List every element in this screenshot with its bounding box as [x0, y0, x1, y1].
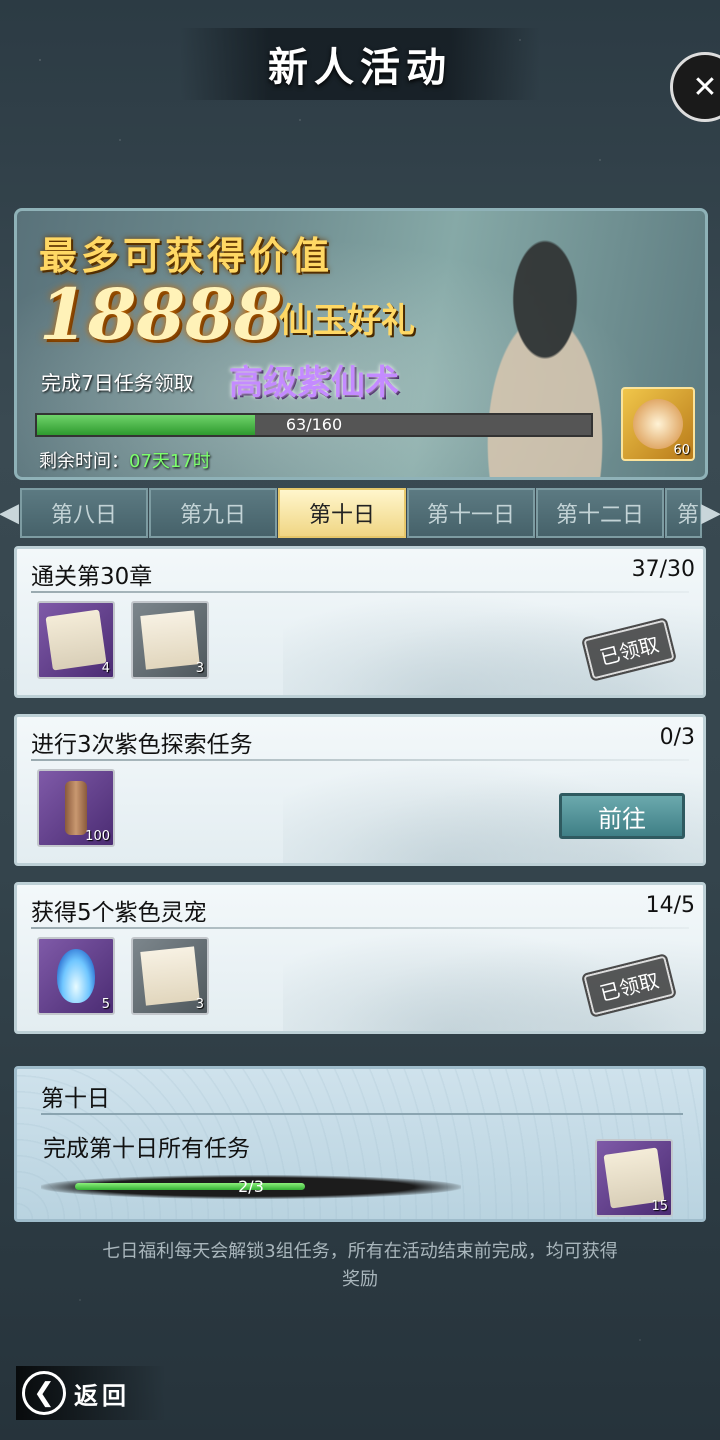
item-count: 4 [101, 661, 110, 676]
banner-reward-item[interactable]: 60 [621, 387, 695, 461]
task-progress: 14/5 [645, 893, 695, 918]
banner-character-art [445, 221, 645, 477]
back-button[interactable]: ❮ 返回 [16, 1366, 166, 1420]
item-count: 3 [195, 661, 204, 676]
tab-scroll-left-icon[interactable]: ◀ [0, 488, 19, 538]
tab-day-12[interactable]: 第十二日 [536, 488, 664, 538]
reward-item[interactable]: 3 [131, 937, 209, 1015]
page-title: 新人活动 [268, 44, 452, 91]
tab-day-11[interactable]: 第十一日 [407, 488, 535, 538]
roll-icon [65, 781, 87, 835]
divider [31, 759, 689, 761]
task-card: 获得5个紫色灵宠 14/5 5 3 已领取 [14, 882, 706, 1034]
tab-day-10[interactable]: 第十日 [278, 488, 406, 538]
summary-description: 完成第十日所有任务 [43, 1136, 250, 1162]
banner-big-number: 18888 [39, 273, 283, 356]
banner-big-suffix: 仙玉好礼 [279, 301, 415, 341]
banner-reward-name: 高级紫仙术 [229, 363, 399, 403]
item-count: 3 [195, 997, 204, 1012]
task-card: 进行3次紫色探索任务 0/3 100 前往 [14, 714, 706, 866]
task-progress: 0/3 [659, 725, 695, 750]
reward-item[interactable]: 5 [37, 937, 115, 1015]
remaining-time: 剩余时间：07天17时 [39, 447, 211, 473]
day-summary-card: 第十日 完成第十日所有任务 2/3 15 [14, 1066, 706, 1222]
item-count: 5 [101, 997, 110, 1012]
tab-day-13[interactable]: 第 [665, 488, 702, 538]
summary-progress-bar: 2/3 [41, 1175, 461, 1199]
task-title: 进行3次紫色探索任务 [31, 732, 253, 758]
close-icon: ✕ [692, 69, 718, 105]
divider [31, 591, 689, 593]
reward-item[interactable]: 3 [131, 601, 209, 679]
remaining-time-value: 07天17时 [129, 451, 211, 472]
go-button[interactable]: 前往 [559, 793, 685, 839]
task-title: 通关第30章 [31, 564, 153, 590]
footnote: 七日福利每天会解锁3组任务，所有在活动结束前完成，均可获得奖励 [102, 1241, 618, 1290]
task-title: 获得5个紫色灵宠 [31, 900, 207, 926]
back-arrow-icon: ❮ [22, 1371, 66, 1415]
summary-progress-text: 2/3 [238, 1177, 264, 1196]
banner-progress-text: 63/160 [285, 415, 343, 434]
divider [41, 1113, 683, 1115]
paper-icon [140, 946, 200, 1006]
day-tabs: ◀ 第八日 第九日 第十日 第十一日 第十二日 第 ▶ [0, 488, 720, 538]
flame-icon [57, 949, 95, 1003]
item-count: 100 [85, 829, 110, 844]
tab-day-9[interactable]: 第九日 [149, 488, 277, 538]
summary-reward-item[interactable]: 15 [595, 1139, 673, 1217]
summary-day-title: 第十日 [41, 1086, 110, 1112]
divider [31, 927, 689, 929]
event-banner: 最多可获得价值 18888 仙玉好礼 完成7日任务领取 高级紫仙术 63/160… [14, 208, 708, 480]
reward-item[interactable]: 100 [37, 769, 115, 847]
banner-headline: 最多可获得价值 [39, 233, 334, 278]
task-card: 通关第30章 37/30 4 3 已领取 [14, 546, 706, 698]
reward-item[interactable]: 4 [37, 601, 115, 679]
banner-progress-bar: 63/160 [35, 413, 593, 437]
close-button[interactable]: ✕ [670, 52, 720, 122]
title-banner: 新人活动 [180, 28, 540, 100]
task-progress: 37/30 [631, 557, 695, 582]
item-count: 15 [651, 1199, 668, 1214]
remaining-time-label: 剩余时间： [39, 451, 129, 472]
scroll-icon [45, 609, 107, 671]
tab-day-8[interactable]: 第八日 [20, 488, 148, 538]
tab-scroll-right-icon[interactable]: ▶ [701, 488, 720, 538]
paper-icon [140, 610, 200, 670]
item-count: 60 [673, 443, 690, 458]
banner-complete-text: 完成7日任务领取 [41, 371, 194, 395]
back-label: 返回 [74, 1380, 130, 1410]
pet-egg-icon [633, 399, 683, 449]
